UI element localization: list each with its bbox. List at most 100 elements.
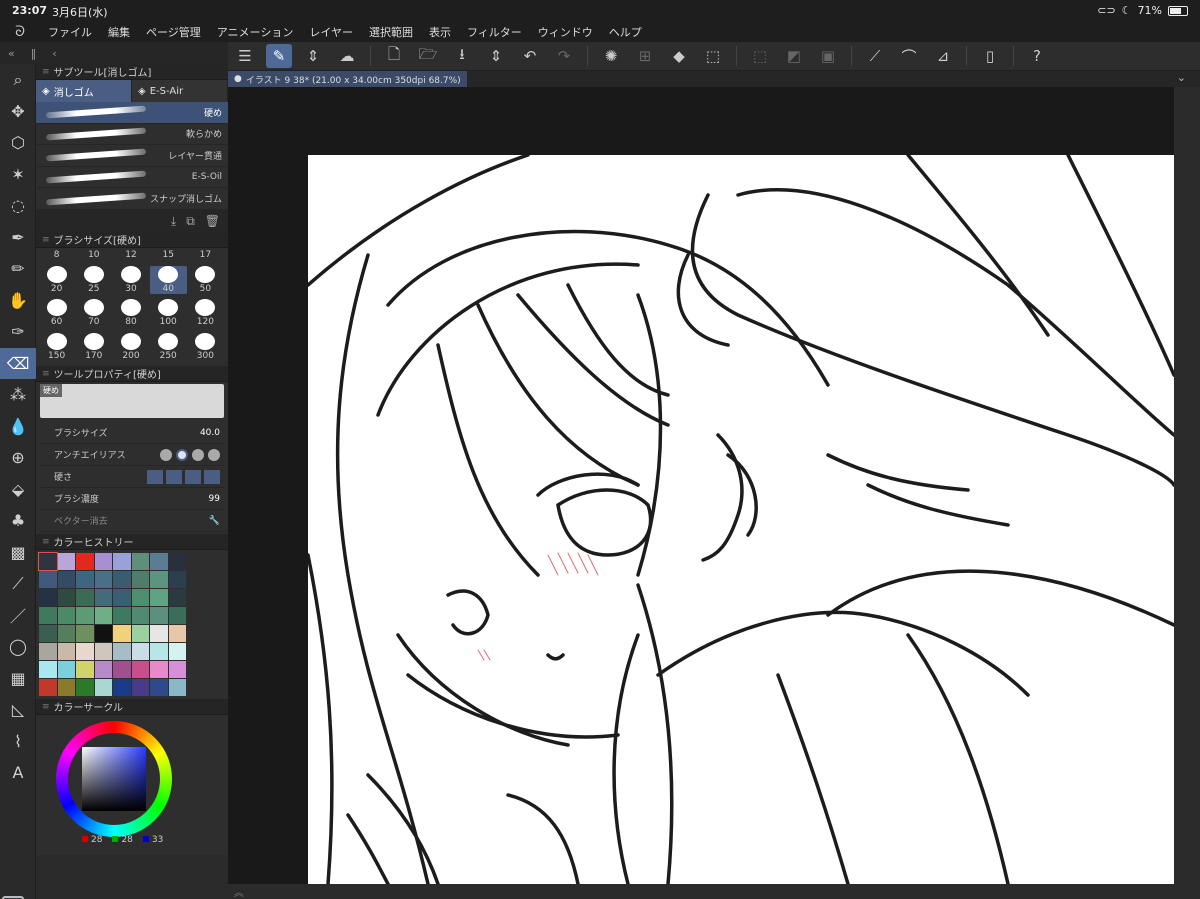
color-history-swatch[interactable] [57,679,75,696]
saturation-value-square[interactable] [82,747,146,811]
edit-icon[interactable]: ✎ [266,44,292,68]
color-history-swatch[interactable] [94,571,112,588]
brush-size-option[interactable]: 200 [112,332,149,361]
list-item[interactable]: 軟らかめ [36,123,228,146]
brush-size-option[interactable]: 20 [38,265,75,294]
color-history-swatch[interactable] [39,589,57,606]
color-history-swatch[interactable] [168,625,186,642]
antialias-options[interactable] [160,448,220,461]
color-history-swatch[interactable] [150,553,168,570]
brush-size-option[interactable]: 50 [187,265,224,294]
redo-icon[interactable]: ↷ [551,44,577,68]
line-tool-icon[interactable]: ／ [0,600,36,632]
app-logo-icon[interactable]: ᘐ [0,24,40,40]
hardness-option[interactable] [204,469,220,484]
menu-page[interactable]: ページ管理 [138,24,209,40]
color-history-swatch[interactable] [150,571,168,588]
color-history-swatch[interactable] [168,679,186,696]
ink-tool-icon[interactable]: ✑ [0,316,36,348]
object-tool-icon[interactable]: ⬡ [0,127,36,159]
save-icon[interactable]: ⭳ [449,44,475,68]
color-history-swatch[interactable] [150,679,168,696]
color-history-swatch[interactable] [94,625,112,642]
duplicate-icon[interactable]: ⧉ [186,214,195,229]
brush-size-option[interactable]: 15 [150,250,187,260]
color-history-swatch[interactable] [76,643,94,660]
brush-size-option[interactable]: 60 [38,299,75,327]
brush-size-option[interactable]: 170 [75,332,112,361]
color-history-swatch[interactable] [131,643,149,660]
color-history-swatch[interactable] [150,661,168,678]
color-history-swatch[interactable] [131,661,149,678]
grip-icon[interactable]: ≡ [42,537,50,547]
menu-file[interactable]: ファイル [40,24,100,40]
brush-size-option[interactable]: 80 [112,299,149,327]
color-history-swatch[interactable] [76,553,94,570]
hardness-options[interactable] [147,469,220,484]
help-icon[interactable]: ? [1024,44,1050,68]
grip-icon[interactable]: ≡ [42,369,50,379]
brush-size-option[interactable]: 10 [75,250,112,260]
new-file-icon[interactable]: 🗋 [381,44,407,68]
menu-filter[interactable]: フィルター [459,24,530,40]
selection-border-icon[interactable]: ▣ [815,44,841,68]
back-icon[interactable]: ‹ [44,47,64,60]
color-history-swatch[interactable] [131,571,149,588]
fill-tool-icon[interactable]: ⬙ [0,474,36,506]
brush-size-option[interactable]: 120 [187,299,224,327]
zoom-tool-icon[interactable]: ⌕ [0,64,36,96]
frame-tool-icon[interactable]: ▦ [0,663,36,695]
correct-line-icon[interactable]: ⌇ [0,726,36,758]
menu-selection[interactable]: 選択範囲 [361,24,421,40]
color-history-swatch[interactable] [150,643,168,660]
color-history-swatch[interactable] [94,643,112,660]
aa-strong[interactable] [208,448,220,461]
menu-help[interactable]: ヘルプ [601,24,650,40]
color-history-swatch[interactable] [57,607,75,624]
undo-icon[interactable]: ↶ [517,44,543,68]
invert-selection-icon[interactable]: ◩ [781,44,807,68]
color-history-swatch[interactable] [57,643,75,660]
color-history-swatch[interactable] [113,553,131,570]
color-history-swatch[interactable] [150,589,168,606]
color-history-swatch[interactable] [76,661,94,678]
horizontal-scrollbar[interactable]: ︽ [228,884,1200,899]
canvas-paper[interactable] [308,155,1174,884]
color-history-swatch[interactable] [131,625,149,642]
brush-size-option[interactable]: 250 [150,332,187,361]
color-history-swatch[interactable] [168,643,186,660]
ruler-tool-icon[interactable]: ◺ [0,694,36,726]
settings-wrench-icon[interactable]: 🔧 [209,516,220,526]
color-history-swatch[interactable] [57,553,75,570]
grip-icon[interactable]: ≡ [42,67,50,77]
vector-erase-row[interactable]: ベクター消去 🔧 [40,510,224,532]
menu-icon[interactable]: ☰ [232,44,258,68]
brush-size-option[interactable]: 17 [187,250,224,260]
brush-size-option[interactable]: 8 [38,250,75,260]
ruler-icon[interactable]: ⊿ [930,44,956,68]
brush-size-option[interactable]: 30 [112,265,149,294]
move-tool-icon[interactable]: ✥ [0,96,36,128]
color-history-swatch[interactable] [94,661,112,678]
color-history-swatch[interactable] [39,679,57,696]
density-value[interactable]: 99 [209,494,220,504]
gradient-tool-icon[interactable]: ▩ [0,537,36,569]
decoration-tool-icon[interactable]: ♣ [0,505,36,537]
color-history-swatch[interactable] [150,625,168,642]
brush-size-option[interactable]: 100 [150,299,187,327]
menu-layer[interactable]: レイヤー [301,24,361,40]
hue-ring[interactable] [56,721,172,837]
color-history-swatch[interactable] [76,607,94,624]
color-history-swatch[interactable] [113,571,131,588]
pencil-tool-icon[interactable]: ✏ [0,253,36,285]
menu-window[interactable]: ウィンドウ [530,24,601,40]
document-tab[interactable]: ● イラスト 9 38* (21.00 x 34.00cm 350dpi 68.… [228,71,467,87]
color-history-swatch[interactable] [38,552,58,571]
blend-tool-icon[interactable]: 💧 [0,411,36,443]
brush-size-option[interactable]: 25 [75,265,112,294]
menu-view[interactable]: 表示 [421,24,459,40]
smartphone-icon[interactable]: ▯ [977,44,1003,68]
color-history-swatch[interactable] [168,571,186,588]
loading-icon[interactable]: ✺ [598,44,624,68]
brush-size-row[interactable]: ブラシサイズ 40.0 [40,422,224,444]
